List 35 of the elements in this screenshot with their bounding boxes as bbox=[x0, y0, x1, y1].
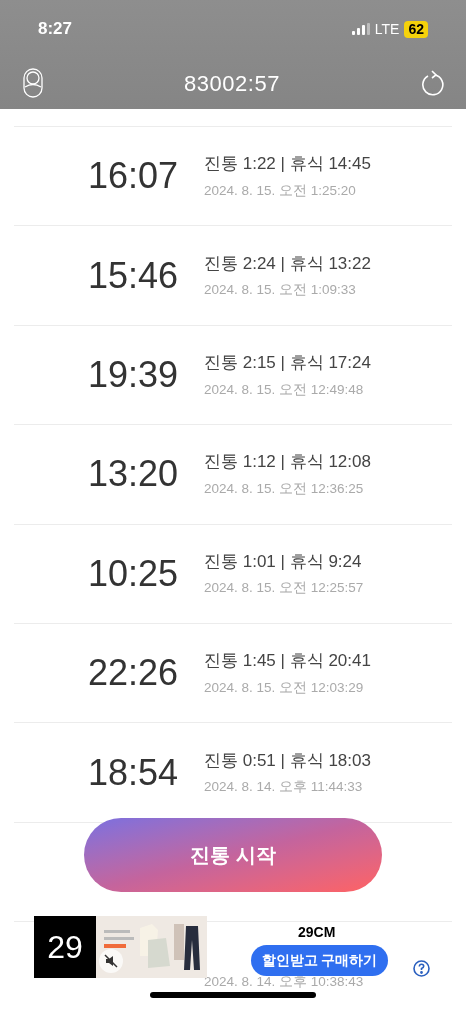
signal-icon bbox=[351, 23, 370, 35]
timestamp: 2024. 8. 15. 오전 12:49:48 bbox=[204, 380, 365, 399]
contraction-summary: 진통 1:45 | 휴식 20:41 bbox=[204, 650, 372, 673]
interval-time: 10:25 bbox=[86, 551, 178, 596]
elapsed-timer: 83002:57 bbox=[183, 69, 281, 98]
contraction-summary: 진통 0:51 | 휴식 18:03 bbox=[204, 749, 372, 772]
timestamp: 2024. 8. 14. 오후 11:44:33 bbox=[204, 778, 364, 797]
interval-time: 22:26 bbox=[86, 651, 178, 696]
ad-brand: 29CM bbox=[298, 923, 336, 942]
interval-time: 15:46 bbox=[86, 253, 178, 298]
contraction-summary: 진통 1:12 | 휴식 12:08 bbox=[204, 451, 372, 474]
help-icon[interactable] bbox=[413, 960, 430, 977]
timestamp: 2024. 8. 15. 오전 1:09:33 bbox=[204, 281, 357, 300]
baby-icon[interactable] bbox=[22, 68, 44, 98]
interval-time: 13:20 bbox=[86, 452, 178, 497]
refresh-icon[interactable] bbox=[420, 70, 444, 96]
timestamp: 2024. 8. 15. 오전 12:25:57 bbox=[204, 579, 365, 598]
battery-level: 62 bbox=[404, 20, 428, 38]
contraction-summary: 진통 2:24 | 휴식 13:22 bbox=[204, 252, 372, 275]
timestamp: 2024. 8. 14. 오후 10:38:43 bbox=[204, 973, 365, 992]
interval-time: 19:39 bbox=[86, 352, 178, 397]
start-contraction-button[interactable]: 진통 시작 bbox=[84, 818, 382, 892]
buy-button[interactable]: 할인받고 구매하기 bbox=[251, 945, 388, 976]
contraction-summary: 진통 2:15 | 휴식 17:24 bbox=[204, 352, 372, 375]
timestamp: 2024. 8. 15. 오전 12:36:25 bbox=[204, 480, 365, 498]
contraction-summary: 진통 1:01 | 휴식 9:24 bbox=[204, 550, 363, 573]
ad-logo[interactable]: 29 bbox=[34, 916, 96, 978]
timestamp: 2024. 8. 15. 오전 12:03:29 bbox=[204, 678, 365, 697]
status-time: 8:27 bbox=[38, 18, 73, 41]
contraction-summary: 진통 1:22 | 휴식 14:45 bbox=[204, 153, 372, 176]
mute-icon[interactable] bbox=[104, 954, 118, 968]
interval-time: 16:07 bbox=[86, 154, 178, 199]
interval-time: 18:54 bbox=[86, 750, 178, 795]
network-label: LTE bbox=[374, 19, 400, 39]
timestamp: 2024. 8. 15. 오전 1:25:20 bbox=[204, 181, 357, 200]
